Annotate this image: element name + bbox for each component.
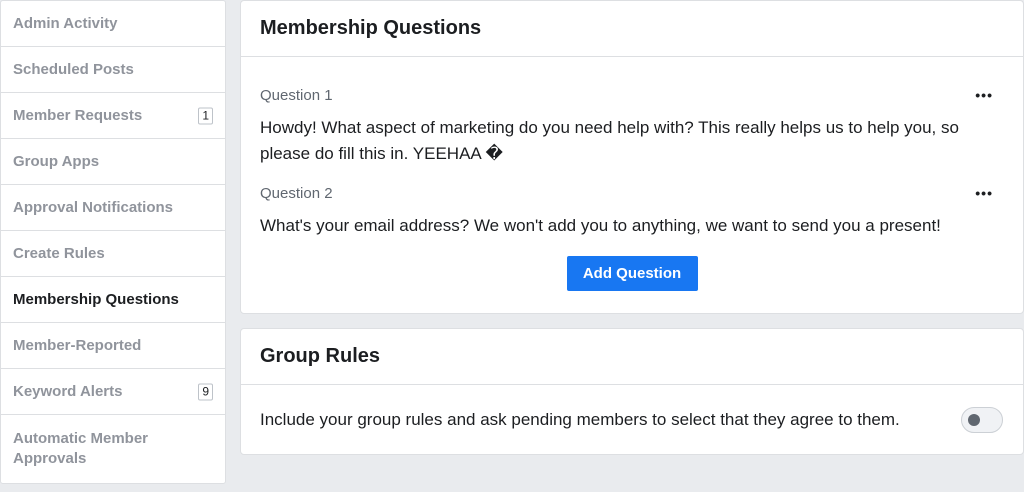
sidebar-item-member-requests[interactable]: Member Requests 1 [1,93,225,139]
more-options-icon[interactable]: ••• [975,186,993,200]
sidebar-item-label: Keyword Alerts [13,383,123,400]
sidebar-item-automatic-member-approvals[interactable]: Automatic Member Approvals [1,415,225,481]
question-label: Question 2 [260,185,333,202]
sidebar-item-label: Member-Reported [13,337,142,354]
sidebar-item-label: Approval Notifications [13,199,174,216]
sidebar-item-scheduled-posts[interactable]: Scheduled Posts [1,47,225,93]
sidebar-item-label: Admin Activity [13,15,118,32]
group-rules-row: Include your group rules and ask pending… [241,385,1023,455]
group-rules-description: Include your group rules and ask pending… [260,410,900,429]
question-text: Howdy! What aspect of marketing do you n… [260,118,959,163]
count-badge: 9 [198,383,213,400]
admin-sidebar: Admin Activity Scheduled Posts Member Re… [0,0,226,484]
sidebar-item-label: Group Apps [13,153,100,170]
question-label: Question 1 [260,87,333,104]
card-title: Membership Questions [241,1,1023,57]
sidebar-item-label: Scheduled Posts [13,61,134,78]
add-question-row: Add Question [241,256,1023,291]
sidebar-item-membership-questions[interactable]: Membership Questions [1,277,225,323]
add-question-button[interactable]: Add Question [566,256,698,291]
toggle-knob [968,414,980,426]
card-title: Group Rules [241,329,1023,385]
sidebar-item-label: Create Rules [13,245,105,262]
sidebar-item-keyword-alerts[interactable]: Keyword Alerts 9 [1,369,225,415]
sidebar-item-admin-activity[interactable]: Admin Activity [1,1,225,47]
sidebar-item-group-apps[interactable]: Group Apps [1,139,225,185]
question-text: What's your email address? We won't add … [260,216,941,235]
membership-questions-card: Membership Questions Question 1 ••• Howd… [240,0,1024,314]
question-item: Question 2 ••• What's your email address… [241,184,1023,239]
sidebar-item-label: Automatic Member Approvals [13,430,149,467]
more-options-icon[interactable]: ••• [975,88,993,102]
question-item: Question 1 ••• Howdy! What aspect of mar… [241,86,1023,167]
count-badge: 1 [198,107,213,124]
sidebar-item-label: Membership Questions [13,291,179,308]
group-rules-card: Group Rules Include your group rules and… [240,328,1024,455]
sidebar-item-approval-notifications[interactable]: Approval Notifications [1,185,225,231]
sidebar-item-label: Member Requests [13,107,143,124]
group-rules-toggle[interactable] [961,407,1003,433]
sidebar-item-member-reported[interactable]: Member-Reported [1,323,225,369]
sidebar-item-create-rules[interactable]: Create Rules [1,231,225,277]
